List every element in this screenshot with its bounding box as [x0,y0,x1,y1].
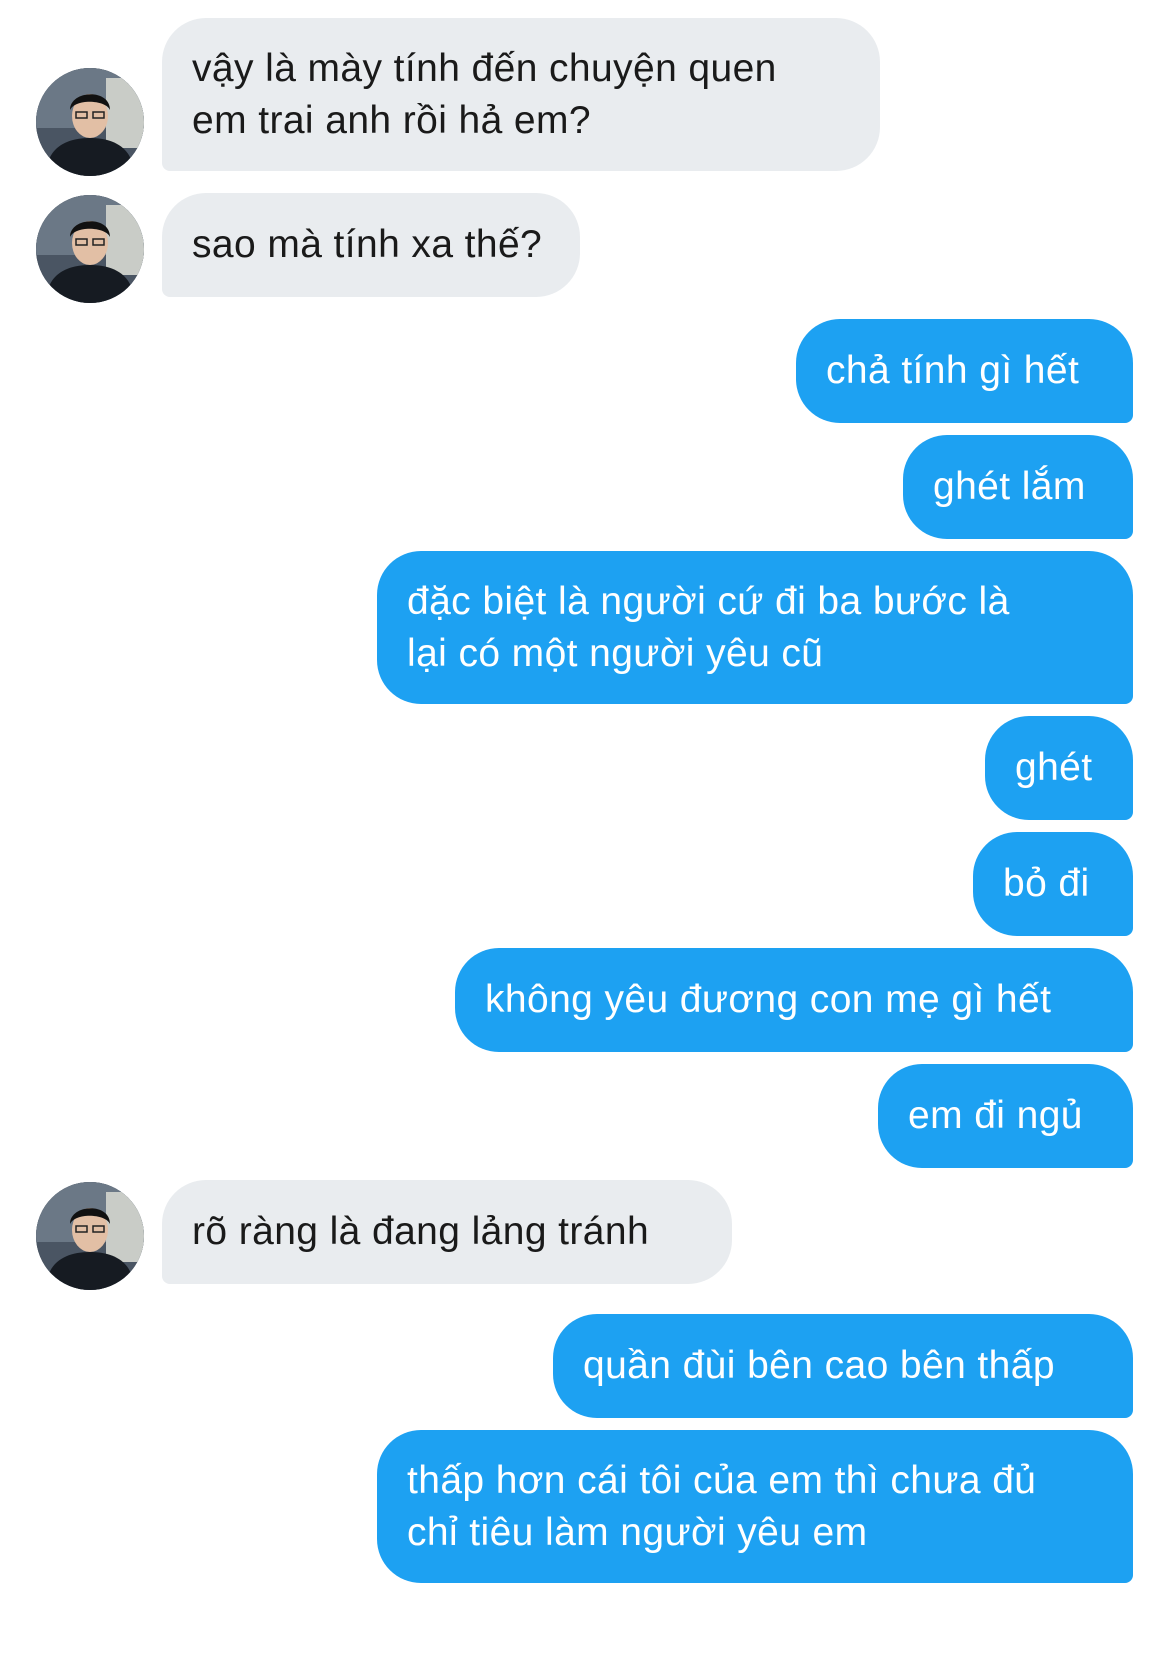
message-bubble[interactable]: rõ ràng là đang lảng tránh [162,1180,732,1284]
message-row-outgoing: đặc biệt là người cứ đi ba bước là lại c… [0,551,1170,704]
message-bubble[interactable]: vậy là mày tính đến chuyện quen em trai … [162,18,880,171]
message-row-outgoing: em đi ngủ [0,1064,1170,1168]
message-text: ghét lắm [933,465,1086,508]
contact-avatar-icon[interactable] [36,68,144,176]
message-bubble[interactable]: bỏ đi [973,832,1133,936]
message-row-incoming: rõ ràng là đang lảng tránh [0,1180,1170,1290]
message-text: quần đùi bên cao bên thấp [583,1344,1055,1387]
message-bubble[interactable]: chả tính gì hết [796,319,1133,423]
message-row-outgoing: không yêu đương con mẹ gì hết [0,948,1170,1052]
chat-thread[interactable]: vậy là mày tính đến chuyện quen em trai … [0,0,1170,1675]
message-text: em đi ngủ [908,1094,1083,1137]
message-row-incoming: sao mà tính xa thế? [0,193,1170,303]
message-row-outgoing: bỏ đi [0,832,1170,936]
message-text: ghét [1015,746,1093,789]
message-text: đặc biệt là người cứ đi ba bước là lại c… [407,579,1010,675]
message-text: bỏ đi [1003,862,1090,905]
contact-avatar-icon[interactable] [36,195,144,303]
message-row-outgoing: thấp hơn cái tôi của em thì chưa đủ chỉ … [0,1430,1170,1583]
message-row-outgoing: ghét lắm [0,435,1170,539]
message-text: vậy là mày tính đến chuyện quen em trai … [192,46,777,142]
message-text: thấp hơn cái tôi của em thì chưa đủ chỉ … [407,1458,1037,1554]
message-text: rõ ràng là đang lảng tránh [192,1210,650,1253]
message-bubble[interactable]: quần đùi bên cao bên thấp [553,1314,1133,1418]
message-text: không yêu đương con mẹ gì hết [485,978,1052,1021]
message-row-outgoing: chả tính gì hết [0,319,1170,423]
message-bubble[interactable]: em đi ngủ [878,1064,1133,1168]
message-bubble[interactable]: thấp hơn cái tôi của em thì chưa đủ chỉ … [377,1430,1133,1583]
message-bubble[interactable]: ghét lắm [903,435,1133,539]
contact-avatar-icon[interactable] [36,1182,144,1290]
message-bubble[interactable]: ghét [985,716,1133,820]
message-text: chả tính gì hết [826,349,1080,392]
message-bubble[interactable]: sao mà tính xa thế? [162,193,580,297]
message-bubble[interactable]: không yêu đương con mẹ gì hết [455,948,1133,1052]
message-row-incoming: vậy là mày tính đến chuyện quen em trai … [0,18,1170,176]
message-bubble[interactable]: đặc biệt là người cứ đi ba bước là lại c… [377,551,1133,704]
message-row-outgoing: quần đùi bên cao bên thấp [0,1314,1170,1418]
message-row-outgoing: ghét [0,716,1170,820]
message-text: sao mà tính xa thế? [192,223,543,266]
